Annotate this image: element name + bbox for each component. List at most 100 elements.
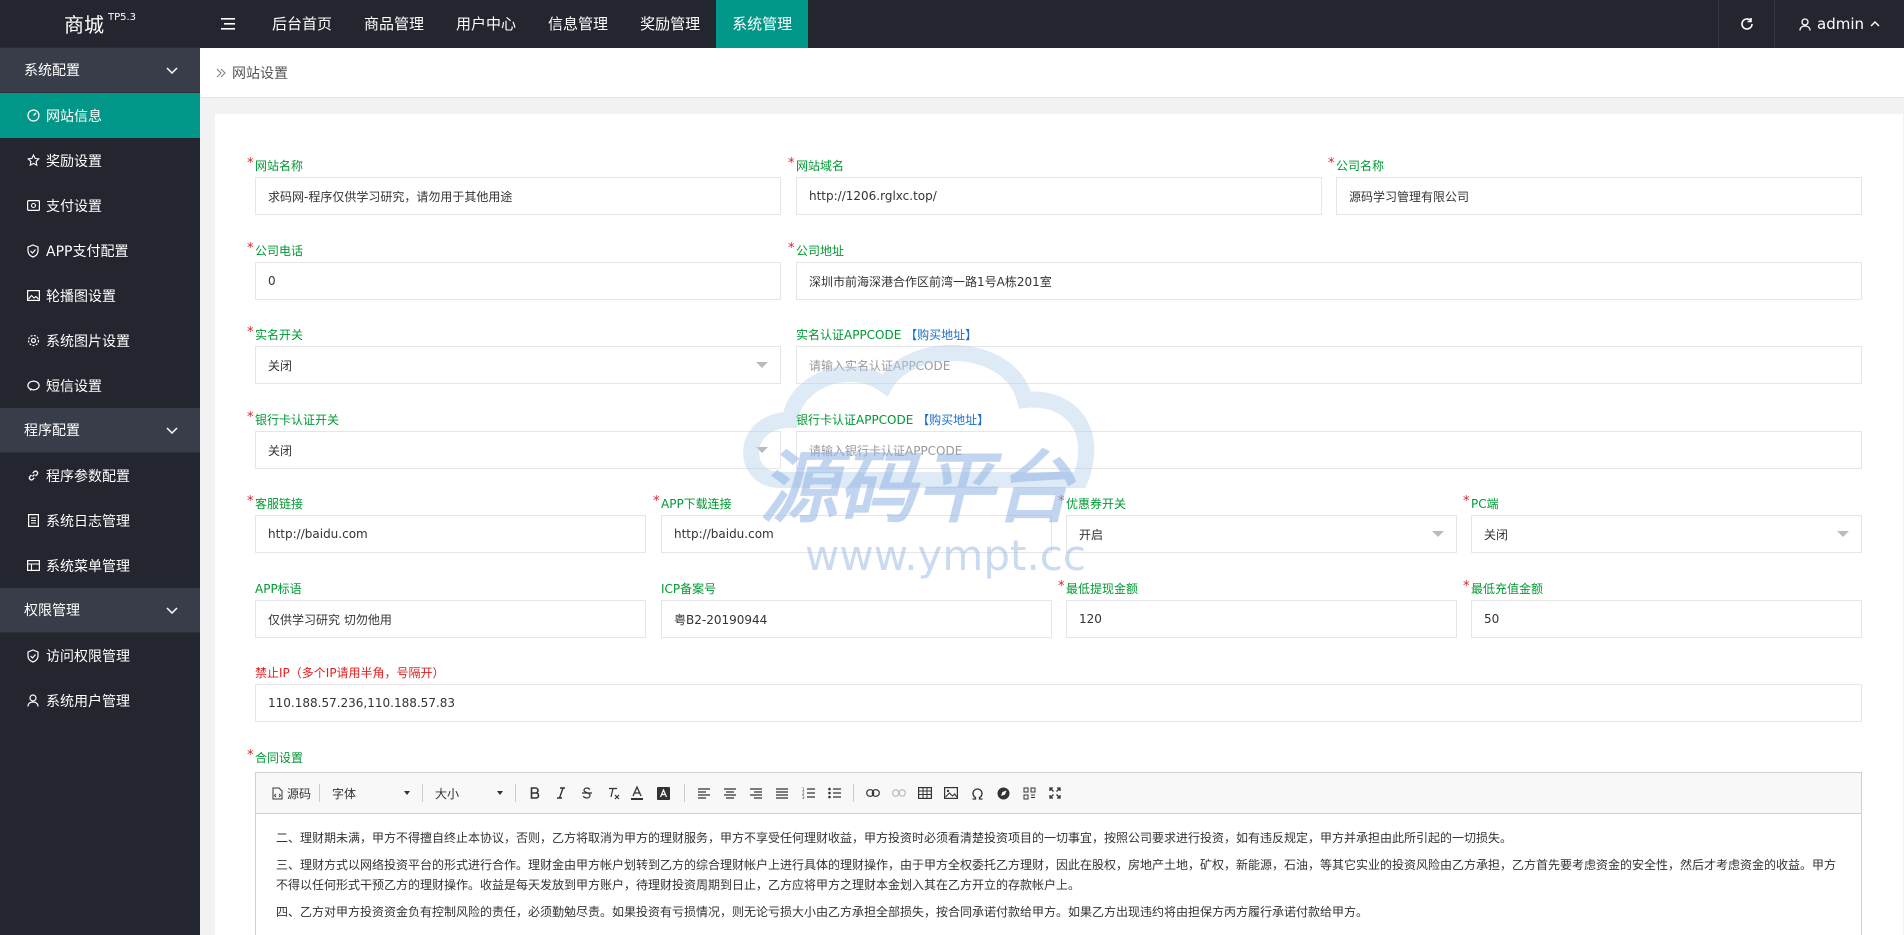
field-label: 公司电话 xyxy=(247,239,781,261)
sidebar-item-label: 系统用户管理 xyxy=(46,693,130,710)
field-company-address: 公司地址 深圳市前海深港合作区前湾一路1号A栋201室 xyxy=(788,239,1862,300)
link-icon xyxy=(866,789,880,797)
align-left-icon xyxy=(698,787,711,799)
sidebar-item-label: 网站信息 xyxy=(46,108,102,125)
editor-content[interactable]: 二、理财期未满，甲方不得擅自终止本协议，否则，乙方将取消为甲方的理财服务，甲方不… xyxy=(256,814,1861,922)
company-phone-input[interactable]: 0 xyxy=(255,262,781,300)
topnav-system[interactable]: 系统管理 xyxy=(716,0,809,48)
align-right-button[interactable] xyxy=(743,780,769,806)
select-value: 关闭 xyxy=(1484,527,1509,542)
strikethrough-icon xyxy=(582,787,593,799)
sidebar-group-permissions[interactable]: 权限管理 xyxy=(0,588,200,633)
sidebar-group-system-config[interactable]: 系统配置 xyxy=(0,48,200,93)
realname-switch-select[interactable]: 关闭 xyxy=(255,346,781,384)
caret-down-icon xyxy=(497,791,504,795)
min-recharge-input[interactable]: 50 xyxy=(1471,600,1862,638)
bankcard-appcode-input[interactable]: 请输入银行卡认证APPCODE xyxy=(796,431,1862,469)
message-icon xyxy=(26,379,40,393)
topnav-info[interactable]: 信息管理 xyxy=(532,0,624,48)
topnav-rewards[interactable]: 奖励管理 xyxy=(624,0,716,48)
font-size-label: 大小 xyxy=(435,786,460,801)
source-button[interactable]: 源码 xyxy=(270,780,313,806)
emoji-button[interactable] xyxy=(990,780,1016,806)
source-code-icon xyxy=(272,787,283,799)
font-family-select[interactable]: 字体 xyxy=(326,780,416,806)
align-center-button[interactable] xyxy=(717,780,743,806)
bullet-list-icon xyxy=(827,787,841,799)
insert-link-button[interactable] xyxy=(860,780,886,806)
sidebar-group-program-config[interactable]: 程序配置 xyxy=(0,408,200,453)
fullscreen-button[interactable] xyxy=(1042,780,1068,806)
field-label: PC端 xyxy=(1463,492,1862,514)
sidebar-item-system-users[interactable]: 系统用户管理 xyxy=(0,678,200,723)
special-char-button[interactable] xyxy=(964,780,990,806)
sidebar-item-rewards[interactable]: 奖励设置 xyxy=(0,138,200,183)
font-size-select[interactable]: 大小 xyxy=(429,780,509,806)
bold-icon xyxy=(530,787,540,799)
bankcard-switch-select[interactable]: 关闭 xyxy=(255,431,781,469)
contract-paragraph: 二、理财期未满，甲方不得擅自终止本协议，否则，乙方将取消为甲方的理财服务，甲方不… xyxy=(276,831,1513,845)
unlink-button[interactable] xyxy=(886,780,912,806)
user-menu[interactable]: admin xyxy=(1774,0,1904,48)
gear-icon xyxy=(26,334,40,348)
sidebar-item-payment[interactable]: 支付设置 xyxy=(0,183,200,228)
sidebar-item-app-payment[interactable]: APP支付配置 xyxy=(0,228,200,273)
field-label-text: 实名认证APPCODE xyxy=(796,328,902,342)
field-site-name: 网站名称 求码网-程序仅供学习研究，请勿用于其他用途 xyxy=(247,154,781,215)
field-label: 合同设置 xyxy=(247,746,655,768)
bold-button[interactable] xyxy=(522,780,548,806)
clear-format-button[interactable] xyxy=(600,780,626,806)
sidebar-item-system-logs[interactable]: 系统日志管理 xyxy=(0,498,200,543)
service-link-input[interactable]: http://baidu.com xyxy=(255,515,646,553)
align-justify-button[interactable] xyxy=(769,780,795,806)
app-download-input[interactable]: http://baidu.com xyxy=(661,515,1052,553)
insert-code-button[interactable] xyxy=(1016,780,1042,806)
site-name-input[interactable]: 求码网-程序仅供学习研究，请勿用于其他用途 xyxy=(255,177,781,215)
company-address-input[interactable]: 深圳市前海深港合作区前湾一路1号A栋201室 xyxy=(796,262,1862,300)
align-left-button[interactable] xyxy=(691,780,717,806)
refresh-button[interactable] xyxy=(1718,0,1774,48)
menu-toggle-button[interactable] xyxy=(200,0,256,48)
field-label: 银行卡认证APPCODE 【购买地址】 xyxy=(796,410,1862,430)
sidebar-item-system-menus[interactable]: 系统菜单管理 xyxy=(0,543,200,588)
settings-form-card: 网站名称 求码网-程序仅供学习研究，请勿用于其他用途 网站域名 http://1… xyxy=(215,114,1903,935)
sidebar-item-system-images[interactable]: 系统图片设置 xyxy=(0,318,200,363)
code-icon xyxy=(1023,787,1036,799)
text-color-button[interactable] xyxy=(626,780,652,806)
strikethrough-button[interactable] xyxy=(574,780,600,806)
sidebar-item-site-info[interactable]: 网站信息 xyxy=(0,93,200,138)
site-domain-input[interactable]: http://1206.rglxc.top/ xyxy=(796,177,1322,215)
insert-table-button[interactable] xyxy=(912,780,938,806)
buy-link[interactable]: 【购买地址】 xyxy=(917,413,989,427)
banned-ip-input[interactable]: 110.188.57.236,110.188.57.83 xyxy=(255,684,1862,722)
company-name-input[interactable]: 源码学习管理有限公司 xyxy=(1336,177,1862,215)
sidebar-item-label: 访问权限管理 xyxy=(46,648,130,665)
clear-format-icon xyxy=(608,787,619,799)
app-slogan-input[interactable]: 仅供学习研究 切勿他用 xyxy=(255,600,646,638)
coupon-switch-select[interactable]: 开启 xyxy=(1066,515,1457,553)
bullet-list-button[interactable] xyxy=(821,780,847,806)
italic-button[interactable] xyxy=(548,780,574,806)
sidebar-item-carousel[interactable]: 轮播图设置 xyxy=(0,273,200,318)
sidebar-item-access-control[interactable]: 访问权限管理 xyxy=(0,633,200,678)
shield-check-icon xyxy=(26,648,40,663)
buy-link[interactable]: 【购买地址】 xyxy=(905,328,977,342)
background-color-button[interactable] xyxy=(652,780,678,806)
contract-paragraph: 三、理财方式以网络投资平台的形式进行合作。理财金由甲方帐户划转到乙方的综合理财帐… xyxy=(276,858,1837,892)
brand-logo[interactable]: 商城 TP5.3 xyxy=(0,0,200,48)
icp-input[interactable]: 粤B2-20190944 xyxy=(661,600,1052,638)
topnav-dashboard[interactable]: 后台首页 xyxy=(256,0,348,48)
topnav-products[interactable]: 商品管理 xyxy=(348,0,440,48)
sidebar-item-program-params[interactable]: 程序参数配置 xyxy=(0,453,200,498)
align-right-icon xyxy=(750,787,763,799)
ordered-list-button[interactable]: 123 xyxy=(795,780,821,806)
sidebar-item-sms[interactable]: 短信设置 xyxy=(0,363,200,408)
svg-text:3: 3 xyxy=(802,795,805,799)
pc-switch-select[interactable]: 关闭 xyxy=(1471,515,1862,553)
insert-image-button[interactable] xyxy=(938,780,964,806)
min-withdraw-input[interactable]: 120 xyxy=(1066,600,1457,638)
realname-appcode-input[interactable]: 请输入实名认证APPCODE xyxy=(796,346,1862,384)
italic-icon xyxy=(557,787,566,799)
topnav-users[interactable]: 用户中心 xyxy=(440,0,532,48)
breadcrumb-current[interactable]: 网站设置 xyxy=(232,63,288,83)
